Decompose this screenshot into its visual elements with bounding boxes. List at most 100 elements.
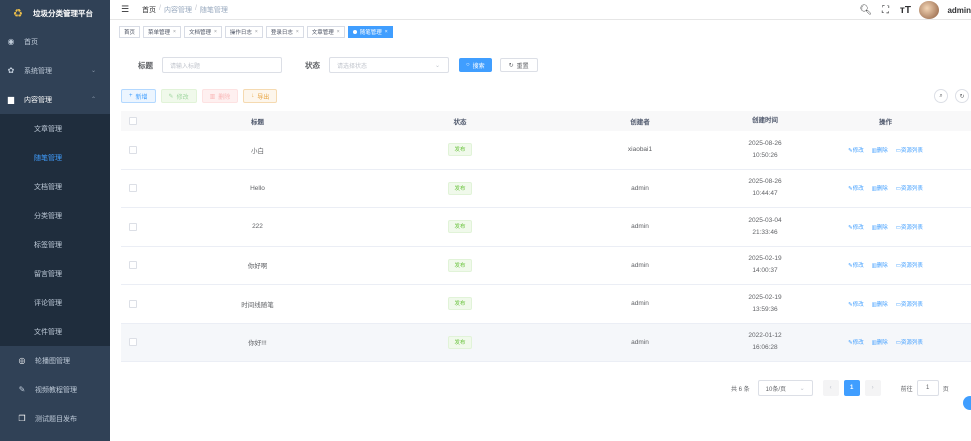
add-button[interactable]: + 新增: [121, 89, 156, 103]
content-submenu: 文章管理 随笔管理 文档管理 分类管理 标签管理 留言管理 评论管理 文件管理: [0, 114, 110, 346]
sidebar-item-content[interactable]: ▆ 内容管理 ⌃: [0, 85, 110, 114]
tag-menu[interactable]: 菜单管理 ×: [143, 26, 181, 38]
sidebar-item-carousel[interactable]: ◎ 轮播图管理: [0, 346, 110, 375]
recycle-logo-icon: ♻: [13, 7, 23, 20]
status-badge: 发布: [448, 258, 472, 272]
checkbox[interactable]: [129, 117, 137, 125]
sidebar-item-comments[interactable]: 评论管理: [0, 288, 110, 317]
row-edit-label: 修改: [852, 301, 864, 308]
tag-docs[interactable]: 文档管理 ×: [183, 26, 222, 38]
row-edit-button[interactable]: ✎修改: [848, 186, 864, 192]
row-edit-button[interactable]: ✎修改: [848, 148, 864, 154]
floating-action-button[interactable]: [963, 396, 971, 410]
cell-clock: 10:50:26: [752, 151, 778, 159]
row-edit-button[interactable]: ✎修改: [848, 225, 864, 231]
row-delete-button[interactable]: ▥删除: [872, 186, 888, 192]
row-checkbox[interactable]: [129, 299, 137, 308]
table-row[interactable]: 你好!!! 发布 admin 2022-01-12 16:06:28 ✎修改 ▥删…: [121, 323, 971, 362]
tag-essays[interactable]: 随笔管理 ×: [347, 26, 393, 38]
tag-loginlog[interactable]: 登录日志 ×: [265, 26, 304, 38]
chevron-down-icon: ⌄: [90, 68, 96, 74]
search-button[interactable]: ○ 搜索: [459, 58, 492, 72]
hamburger-icon[interactable]: ☰: [121, 4, 131, 15]
row-resources-button[interactable]: ▭资源列表: [896, 186, 923, 192]
add-button-label: 新增: [135, 94, 148, 101]
breadcrumb-home[interactable]: 首页: [142, 5, 156, 15]
table-row[interactable]: 时间线随笔 发布 admin 2025-02-19 13:59:36 ✎修改 ▥删…: [121, 285, 971, 324]
title-input[interactable]: 请输入标题: [162, 57, 282, 73]
row-resources-button[interactable]: ▭资源列表: [896, 263, 923, 269]
col-status: 状态: [453, 119, 467, 126]
status-select[interactable]: 请选择状态 ⌄: [329, 57, 449, 73]
reset-button[interactable]: ↻ 重置: [499, 58, 538, 72]
table-row[interactable]: Hello 发布 admin 2025-08-26 10:44:47 ✎修改 ▥删…: [121, 170, 971, 208]
sidebar: ♻ 垃圾分类管理平台 ◉ 首页 ✿ 系统管理 ⌄ ▆ 内容管理 ⌃ 文章管理 随…: [0, 0, 110, 441]
row-checkbox-cell: [121, 261, 145, 270]
row-delete-button[interactable]: ▥删除: [872, 302, 888, 308]
row-resources-button[interactable]: ▭资源列表: [896, 148, 923, 154]
row-checkbox[interactable]: [129, 261, 137, 270]
delete-button[interactable]: ▥ 删除: [201, 89, 239, 103]
row-delete-button[interactable]: ▥删除: [872, 148, 888, 154]
page-number[interactable]: 1: [843, 380, 860, 396]
close-icon[interactable]: ×: [337, 29, 340, 35]
table-row[interactable]: 222 发布 admin 2025-03-04 21:33:46 ✎修改 ▥删除 …: [121, 208, 971, 247]
cell-creator: admin: [631, 223, 649, 231]
row-edit-button[interactable]: ✎修改: [848, 302, 864, 308]
font-size-icon[interactable]: тT: [899, 5, 911, 16]
sidebar-item-quiz[interactable]: ❐ 测试题目发布: [0, 404, 110, 433]
row-resources-button[interactable]: ▭资源列表: [896, 302, 923, 308]
row-checkbox[interactable]: [129, 184, 137, 193]
select-all-checkbox[interactable]: [121, 117, 145, 125]
table-row[interactable]: 你好啊 发布 admin 2025-02-19 14:00:37 ✎修改 ▥删除 …: [121, 247, 971, 285]
close-icon[interactable]: ×: [385, 29, 388, 35]
sidebar-item-system[interactable]: ✿ 系统管理 ⌄: [0, 56, 110, 85]
fullscreen-icon[interactable]: ⛶: [879, 5, 891, 16]
avatar[interactable]: [919, 1, 940, 19]
sidebar-item-articles[interactable]: 文章管理: [0, 114, 110, 143]
sidebar-item-video[interactable]: ✎ 视频教程管理: [0, 375, 110, 404]
sidebar-item-docs[interactable]: 文档管理: [0, 172, 110, 201]
sidebar-item-categories[interactable]: 分类管理: [0, 201, 110, 230]
close-icon[interactable]: ×: [173, 29, 176, 35]
close-icon[interactable]: ×: [296, 29, 299, 35]
tag-oplog[interactable]: 操作日志 ×: [224, 26, 263, 38]
sidebar-item-essays[interactable]: 随笔管理: [0, 143, 110, 172]
edit-icon: ✎: [168, 93, 174, 100]
row-resources-button[interactable]: ▭资源列表: [896, 225, 923, 231]
search-button-label: 搜索: [472, 63, 485, 70]
cell-ops: ✎修改 ▥删除 ▭资源列表: [800, 223, 971, 231]
edit-button[interactable]: ✎ 修改: [160, 89, 197, 103]
row-delete-button[interactable]: ▥删除: [872, 225, 888, 231]
row-delete-label: 删除: [876, 340, 888, 347]
export-button[interactable]: ↓ 导出: [243, 89, 278, 103]
sidebar-item-messages[interactable]: 留言管理: [0, 259, 110, 288]
row-delete-button[interactable]: ▥删除: [872, 263, 888, 269]
row-delete-label: 删除: [876, 263, 888, 270]
close-icon[interactable]: ×: [255, 29, 258, 35]
toggle-search-button[interactable]: ⌕: [934, 89, 948, 103]
close-icon[interactable]: ×: [214, 29, 217, 35]
row-checkbox[interactable]: [129, 338, 137, 347]
row-resources-button[interactable]: ▭资源列表: [896, 340, 923, 346]
search-icon[interactable]: 🔍︎: [859, 5, 872, 16]
sidebar-item-files[interactable]: 文件管理: [0, 317, 110, 346]
goto-page-input[interactable]: 1: [916, 380, 939, 396]
sidebar-item-tags[interactable]: 标签管理: [0, 230, 110, 259]
row-delete-button[interactable]: ▥删除: [872, 340, 888, 346]
row-checkbox[interactable]: [129, 145, 137, 154]
username[interactable]: admin: [947, 6, 971, 15]
export-button-label: 导出: [257, 94, 270, 101]
table-row[interactable]: 小白 发布 xiaobai1 2025-08-26 10:50:26 ✎修改 ▥删…: [121, 131, 971, 170]
page-size-select[interactable]: 10条/页 ⌄: [757, 380, 813, 396]
prev-page-button[interactable]: ‹: [822, 380, 839, 396]
reset-button-label: 重置: [516, 63, 529, 70]
sidebar-item-home[interactable]: ◉ 首页: [0, 27, 110, 56]
row-edit-button[interactable]: ✎修改: [848, 340, 864, 346]
row-checkbox[interactable]: [129, 222, 137, 231]
row-edit-button[interactable]: ✎修改: [848, 263, 864, 269]
tag-articles[interactable]: 文章管理 ×: [306, 26, 345, 38]
refresh-button[interactable]: ↻: [955, 89, 969, 103]
next-page-button[interactable]: ›: [864, 380, 881, 396]
tag-home[interactable]: 首页: [119, 26, 141, 38]
